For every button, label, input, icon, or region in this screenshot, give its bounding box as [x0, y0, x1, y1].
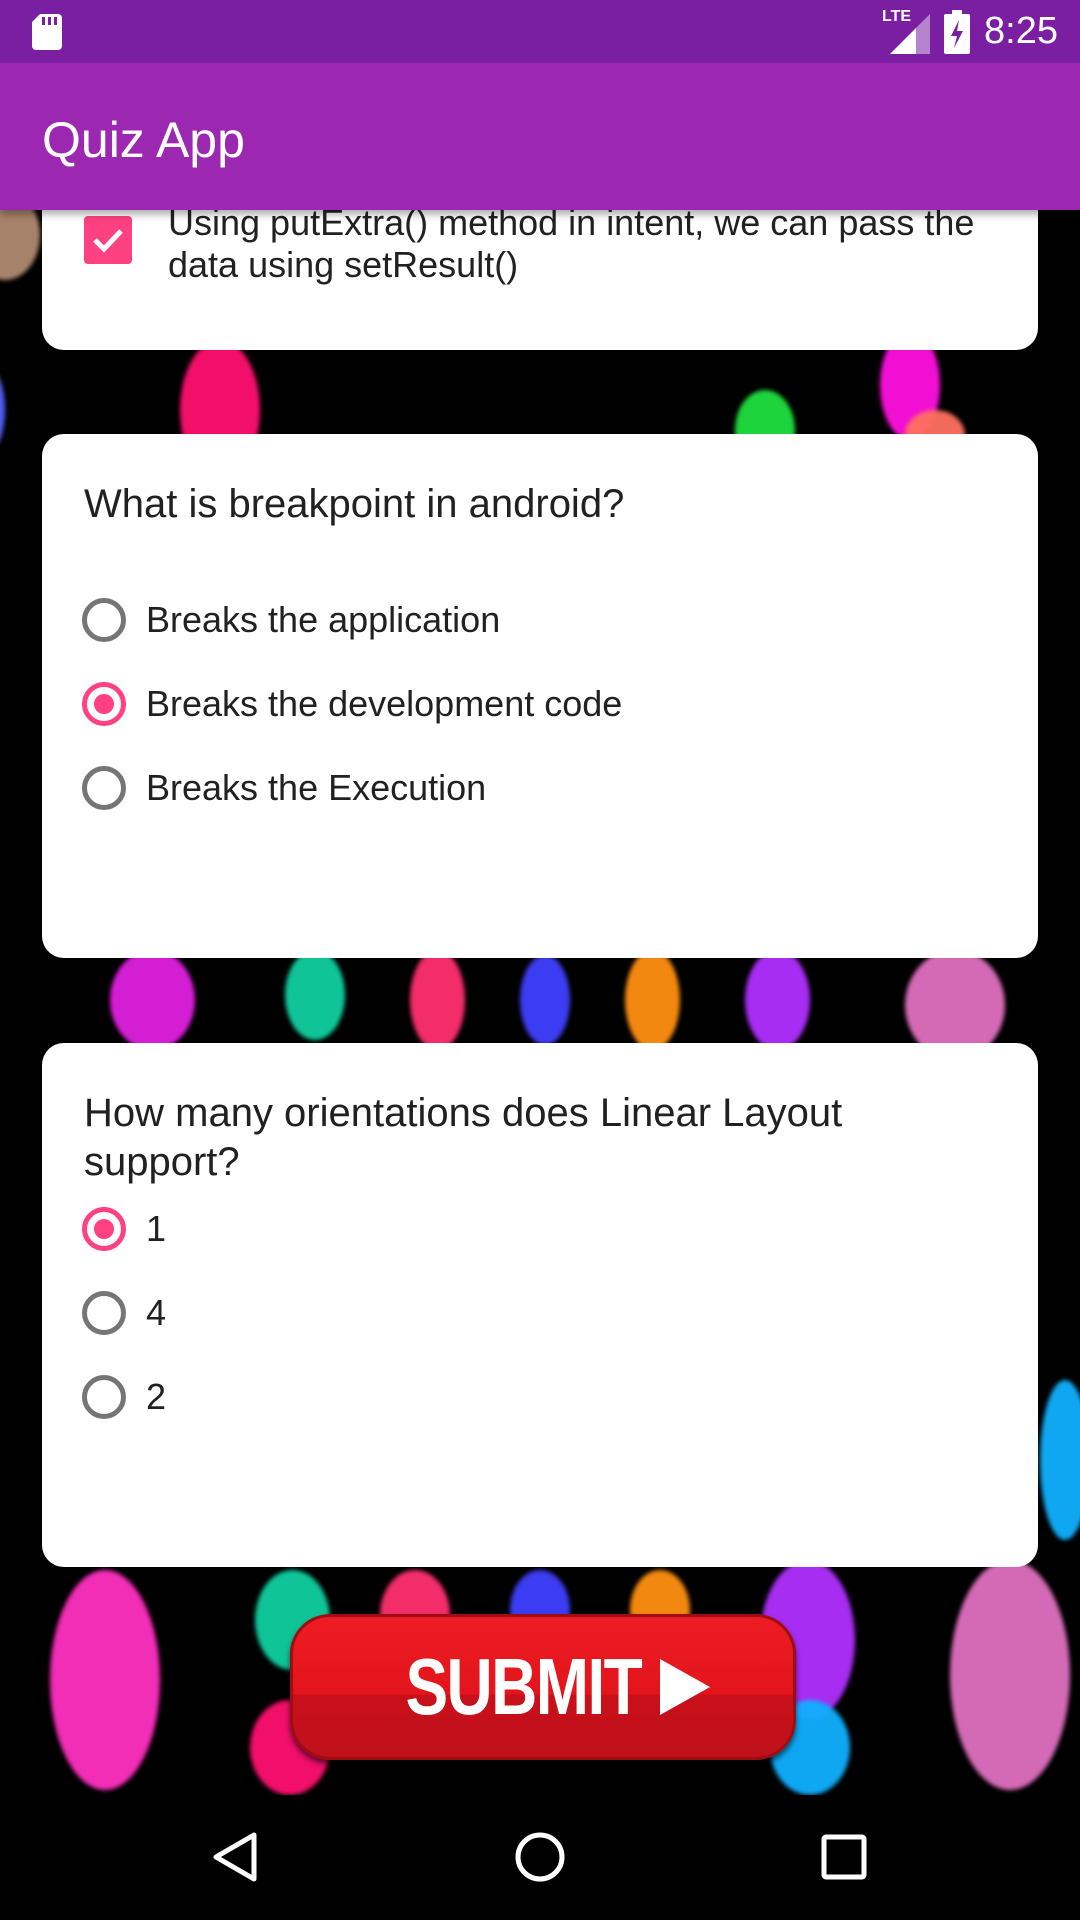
option-label: 4: [146, 1292, 167, 1333]
recents-icon[interactable]: [814, 1827, 874, 1887]
radio-button-selected[interactable]: [82, 1207, 126, 1251]
option-label: 1: [146, 1208, 167, 1249]
radio-button-selected[interactable]: [82, 682, 126, 726]
option-row[interactable]: Breaks the application: [82, 590, 500, 650]
question-text: What is breakpoint in android?: [84, 482, 625, 526]
option-label: Breaks the development code: [146, 683, 623, 724]
play-arrow-icon: [660, 1659, 711, 1715]
question-text: How many orientations does Linear Layout…: [84, 1091, 843, 1184]
checkbox-label: Using putExtra() method in intent, we ca…: [168, 202, 975, 285]
radio-button[interactable]: [82, 766, 126, 810]
option-label: Breaks the Execution: [146, 767, 487, 808]
signal-icon: LTE: [882, 8, 931, 54]
back-icon[interactable]: [206, 1827, 266, 1887]
radio-button[interactable]: [82, 1375, 126, 1419]
option-label: Breaks the application: [146, 599, 501, 640]
check-icon: [93, 229, 123, 253]
option-row[interactable]: 1: [82, 1199, 166, 1259]
submit-label: SUBMIT: [405, 1642, 642, 1731]
option-row[interactable]: 4: [82, 1283, 166, 1343]
submit-button[interactable]: SUBMIT: [290, 1614, 796, 1760]
status-bar: LTE 8:25: [0, 0, 1080, 63]
app-bar: Quiz App: [0, 63, 1080, 210]
question-card-orientations: How many orientations does Linear Layout…: [42, 1043, 1038, 1567]
option-row[interactable]: Breaks the development code: [82, 674, 622, 734]
radio-button[interactable]: [82, 598, 126, 642]
option-row[interactable]: Breaks the Execution: [82, 758, 486, 818]
option-row[interactable]: 2: [82, 1367, 166, 1427]
option-label: 2: [146, 1376, 167, 1417]
answer-checkbox[interactable]: [84, 216, 132, 264]
clock: 8:25: [984, 10, 1058, 52]
battery-charging-icon: [944, 9, 971, 54]
question-card-breakpoint: What is breakpoint in android? Breaks th…: [42, 434, 1038, 958]
app-title: Quiz App: [42, 112, 245, 168]
sd-card-icon: [32, 14, 62, 50]
radio-button[interactable]: [82, 1291, 126, 1335]
home-icon[interactable]: [510, 1827, 570, 1887]
navigation-bar: [0, 1795, 1080, 1920]
